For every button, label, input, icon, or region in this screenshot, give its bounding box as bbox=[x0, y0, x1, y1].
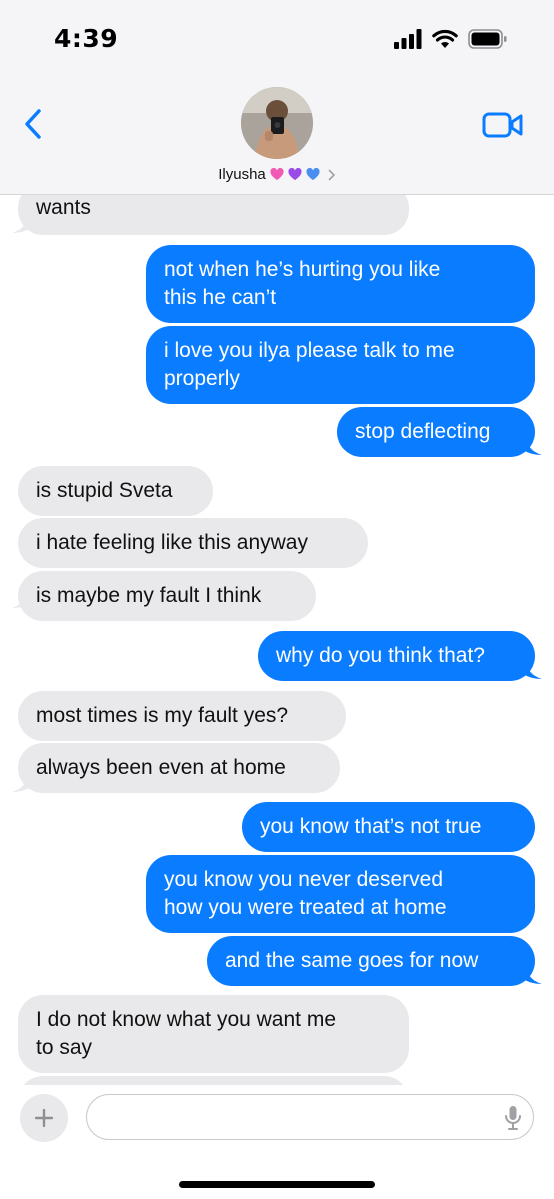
status-time: 4:39 bbox=[54, 24, 119, 53]
microphone-icon[interactable] bbox=[504, 1105, 522, 1131]
message-bubble-received[interactable]: wants bbox=[18, 195, 409, 235]
message-bubble-sent[interactable]: stop deflecting bbox=[337, 407, 535, 457]
contact-name: Ilyusha bbox=[218, 166, 266, 183]
status-icons bbox=[394, 29, 508, 49]
message-bubble-received[interactable]: i hate feeling like this anyway bbox=[18, 518, 368, 568]
contact-name-row[interactable]: Ilyusha bbox=[0, 166, 554, 183]
bubble-tail-received bbox=[12, 771, 32, 792]
cellular-signal-icon bbox=[394, 29, 422, 49]
message-bubble-received[interactable]: most times is my fault yes? bbox=[18, 691, 346, 741]
pink-heart-icon bbox=[270, 168, 284, 181]
conversation-header: Ilyusha bbox=[0, 80, 554, 195]
avatar-photo bbox=[241, 87, 313, 159]
message-input[interactable] bbox=[86, 1094, 534, 1140]
battery-icon bbox=[468, 29, 507, 49]
bubble-tail-sent bbox=[522, 963, 542, 984]
message-bubble-sent[interactable]: not when he’s hurting you like this he c… bbox=[146, 245, 535, 323]
back-button[interactable] bbox=[18, 106, 48, 142]
message-bubble-received[interactable]: always been even at home bbox=[18, 743, 340, 793]
message-thread[interactable]: wants not when he’s hurting you like thi… bbox=[0, 195, 554, 1085]
bubble-tail-received bbox=[12, 587, 32, 608]
bubble-tail-received bbox=[12, 212, 32, 233]
blue-heart-icon bbox=[306, 168, 320, 181]
message-bubble-sent[interactable]: i love you ilya please talk to me proper… bbox=[146, 326, 535, 404]
chevron-right-icon bbox=[328, 169, 335, 180]
message-bubble-sent[interactable]: and the same goes for now bbox=[207, 936, 535, 986]
message-bubble-received[interactable]: is maybe my fault I think bbox=[18, 571, 316, 621]
add-attachment-button[interactable] bbox=[20, 1094, 68, 1142]
video-call-button[interactable] bbox=[482, 110, 524, 140]
chevron-left-icon bbox=[25, 109, 41, 139]
plus-icon bbox=[35, 1109, 53, 1127]
status-bar: 4:39 bbox=[0, 0, 554, 80]
message-bubble-received[interactable]: is stupid Sveta bbox=[18, 466, 213, 516]
message-bubble-sent[interactable]: you know that’s not true bbox=[242, 802, 535, 852]
video-camera-icon bbox=[482, 112, 523, 138]
message-bubble-received[interactable] bbox=[18, 1076, 409, 1085]
bubble-tail-sent bbox=[522, 658, 542, 679]
avatar[interactable] bbox=[241, 87, 313, 159]
purple-heart-icon bbox=[288, 168, 302, 181]
bubble-tail-sent bbox=[522, 434, 542, 455]
wifi-icon bbox=[432, 29, 458, 48]
message-bubble-sent[interactable]: why do you think that? bbox=[258, 631, 535, 681]
home-indicator[interactable] bbox=[179, 1181, 375, 1188]
message-bubble-sent[interactable]: you know you never deserved how you were… bbox=[146, 855, 535, 933]
messages-screen: 4:39 Ilyusha wants not when he’s hurting… bbox=[0, 0, 554, 1199]
message-bubble-received[interactable]: I do not know what you want me to say bbox=[18, 995, 409, 1073]
